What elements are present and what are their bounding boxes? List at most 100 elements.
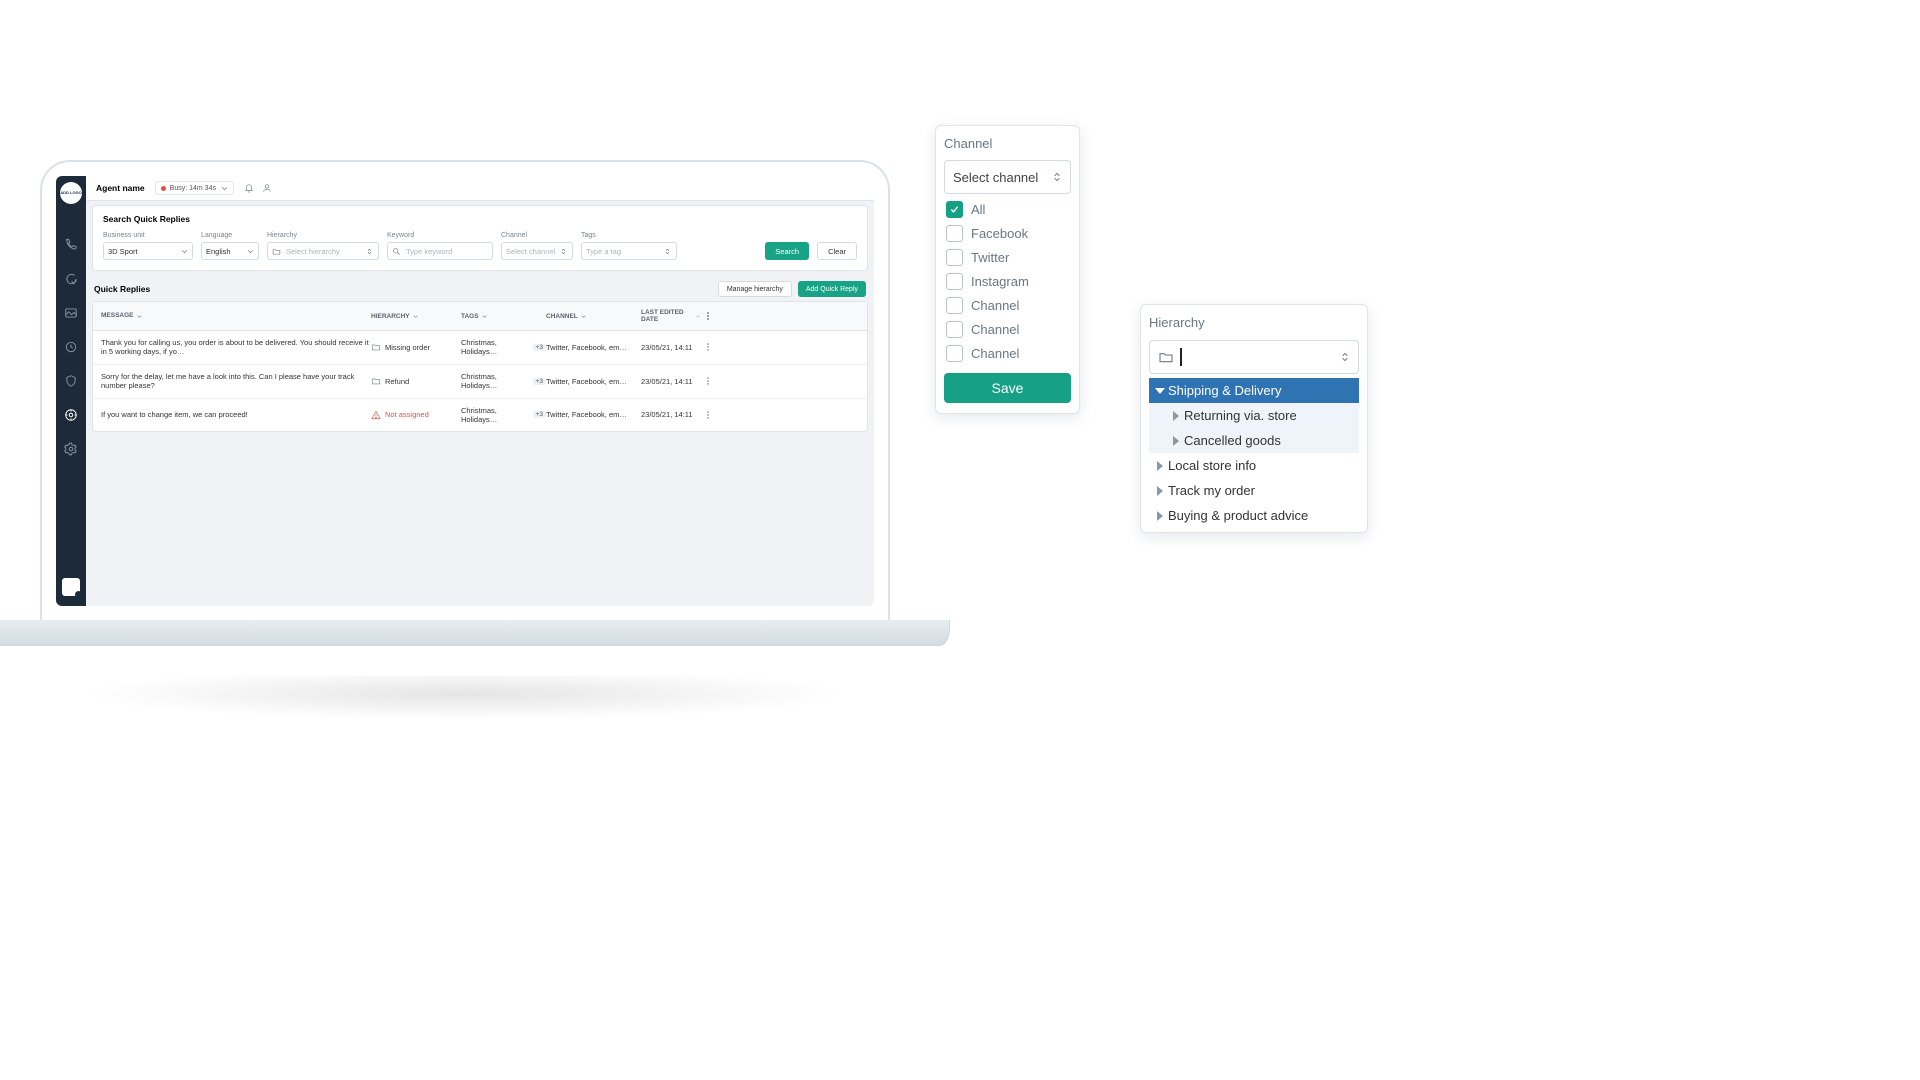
hierarchy-search-input[interactable] bbox=[1149, 340, 1359, 374]
replies-section-head: Quick Replies Manage hierarchy Add Quick… bbox=[94, 281, 866, 297]
tree-node-label: Local store info bbox=[1168, 458, 1256, 473]
channel-popup-title: Channel bbox=[944, 136, 1071, 151]
spinner-icon bbox=[663, 247, 672, 256]
checkbox[interactable] bbox=[946, 273, 963, 290]
channel-option[interactable]: Twitter bbox=[944, 248, 1071, 267]
tree-node-label: Buying & product advice bbox=[1168, 508, 1308, 523]
search-card: Search Quick Replies Business unit 3D Sp… bbox=[92, 205, 868, 271]
checkbox[interactable] bbox=[946, 201, 963, 218]
channel-option-label: All bbox=[971, 202, 985, 217]
row-menu-icon[interactable] bbox=[701, 376, 715, 386]
channel-option-label: Twitter bbox=[971, 250, 1009, 265]
hierarchy-popup-title: Hierarchy bbox=[1149, 315, 1359, 330]
language-select[interactable]: English bbox=[201, 242, 259, 260]
cell-edited: 23/05/21, 14:11 bbox=[641, 377, 701, 386]
col-message[interactable]: MESSAGE bbox=[101, 312, 371, 320]
checkbox[interactable] bbox=[946, 345, 963, 362]
search-icon bbox=[392, 247, 401, 256]
chan-label: Channel bbox=[501, 232, 573, 239]
clear-button[interactable]: Clear bbox=[817, 242, 857, 260]
table-row[interactable]: If you want to change item, we can proce… bbox=[93, 399, 867, 431]
row-menu-icon[interactable] bbox=[701, 410, 715, 420]
channel-dropdown[interactable]: Select channel bbox=[944, 160, 1071, 194]
laptop-base bbox=[0, 620, 950, 646]
header-menu-icon[interactable] bbox=[701, 311, 715, 321]
clock-icon[interactable] bbox=[63, 339, 79, 355]
spinner-icon bbox=[1338, 350, 1352, 364]
sidebar-footer-icon[interactable] bbox=[62, 578, 80, 596]
channel-option-label: Channel bbox=[971, 298, 1019, 313]
manage-hierarchy-button[interactable]: Manage hierarchy bbox=[718, 281, 792, 297]
tree-node[interactable]: Buying & product advice bbox=[1149, 503, 1359, 528]
tree-node[interactable]: Shipping & Delivery bbox=[1149, 378, 1359, 403]
col-last-edited[interactable]: LAST EDITED DATE bbox=[641, 309, 701, 323]
user-icon[interactable] bbox=[262, 183, 272, 193]
expand-icon bbox=[1173, 411, 1179, 421]
laptop-mock: ADD LOGO Agent name Busy: 14m 34s bbox=[40, 160, 890, 646]
channel-save-button[interactable]: Save bbox=[944, 373, 1071, 403]
channel-popup: Channel Select channel All Facebook Twitte… bbox=[935, 125, 1080, 414]
topbar: Agent name Busy: 14m 34s bbox=[86, 176, 874, 201]
channel-option[interactable]: Channel bbox=[944, 344, 1071, 363]
expand-icon bbox=[1155, 388, 1165, 394]
tree-node-label: Shipping & Delivery bbox=[1168, 383, 1281, 398]
topbar-icons bbox=[244, 183, 272, 193]
agent-name-label: Agent name bbox=[96, 183, 145, 193]
shield-icon[interactable] bbox=[63, 373, 79, 389]
hierarchy-select[interactable]: Select hierarchy bbox=[267, 242, 379, 260]
channel-option[interactable]: Channel bbox=[944, 320, 1071, 339]
agent-status-selector[interactable]: Busy: 14m 34s bbox=[155, 181, 234, 195]
expand-icon bbox=[1157, 511, 1163, 521]
spinner-icon bbox=[559, 247, 568, 256]
tags-input[interactable]: Type a tag bbox=[581, 242, 677, 260]
tree-node[interactable]: Local store info bbox=[1149, 453, 1359, 478]
keyword-input[interactable]: Type keyword bbox=[387, 242, 493, 260]
checkbox[interactable] bbox=[946, 225, 963, 242]
folder-icon bbox=[371, 342, 381, 352]
search-button[interactable]: Search bbox=[765, 242, 809, 260]
checkbox[interactable] bbox=[946, 321, 963, 338]
channel-option[interactable]: Channel bbox=[944, 296, 1071, 315]
checkbox[interactable] bbox=[946, 249, 963, 266]
tree-node[interactable]: Track my order bbox=[1149, 478, 1359, 503]
cell-tags: Christmas, Holidays…+3 bbox=[461, 338, 546, 356]
col-tags[interactable]: TAGS bbox=[461, 313, 546, 320]
channel-option[interactable]: Instagram bbox=[944, 272, 1071, 291]
cell-message: Thank you for calling us, you order is a… bbox=[101, 338, 371, 357]
main-pane: Agent name Busy: 14m 34s Search Quick Re… bbox=[86, 176, 874, 606]
bell-icon[interactable] bbox=[244, 183, 254, 193]
phone-icon[interactable] bbox=[63, 237, 79, 253]
search-card-title: Search Quick Replies bbox=[103, 214, 857, 224]
filter-row: Business unit 3D Sport Language English … bbox=[103, 232, 857, 260]
tree-node-label: Cancelled goods bbox=[1184, 433, 1281, 448]
knowledge-icon[interactable] bbox=[63, 407, 79, 423]
image-icon[interactable] bbox=[63, 305, 79, 321]
channel-option[interactable]: Facebook bbox=[944, 224, 1071, 243]
table-row[interactable]: Thank you for calling us, you order is a… bbox=[93, 331, 867, 365]
tree-node[interactable]: Cancelled goods bbox=[1149, 428, 1359, 453]
channel-option[interactable]: All bbox=[944, 200, 1071, 219]
channel-select[interactable]: Select channel bbox=[501, 242, 573, 260]
cell-message: Sorry for the delay, let me have a look … bbox=[101, 372, 371, 391]
row-menu-icon[interactable] bbox=[701, 342, 715, 352]
chevron-down-icon bbox=[220, 184, 228, 192]
add-quick-reply-button[interactable]: Add Quick Reply bbox=[798, 281, 866, 297]
cell-message: If you want to change item, we can proce… bbox=[101, 410, 371, 419]
expand-icon bbox=[1157, 461, 1163, 471]
col-channel[interactable]: CHANNEL bbox=[546, 313, 641, 320]
channel-option-label: Instagram bbox=[971, 274, 1029, 289]
table-row[interactable]: Sorry for the delay, let me have a look … bbox=[93, 365, 867, 399]
settings-icon[interactable] bbox=[63, 441, 79, 457]
text-cursor bbox=[1180, 348, 1182, 366]
tags-label: Tags bbox=[581, 232, 677, 239]
col-hierarchy[interactable]: HIERARCHY bbox=[371, 313, 461, 320]
chat-icon[interactable] bbox=[63, 271, 79, 287]
checkbox[interactable] bbox=[946, 297, 963, 314]
spinner-icon bbox=[1050, 170, 1064, 184]
hier-label: Hierarchy bbox=[267, 232, 379, 239]
folder-icon bbox=[272, 247, 281, 256]
cell-edited: 23/05/21, 14:11 bbox=[641, 410, 701, 419]
status-dot-icon bbox=[161, 186, 166, 191]
tree-node[interactable]: Returning via. store bbox=[1149, 403, 1359, 428]
business-unit-select[interactable]: 3D Sport bbox=[103, 242, 193, 260]
